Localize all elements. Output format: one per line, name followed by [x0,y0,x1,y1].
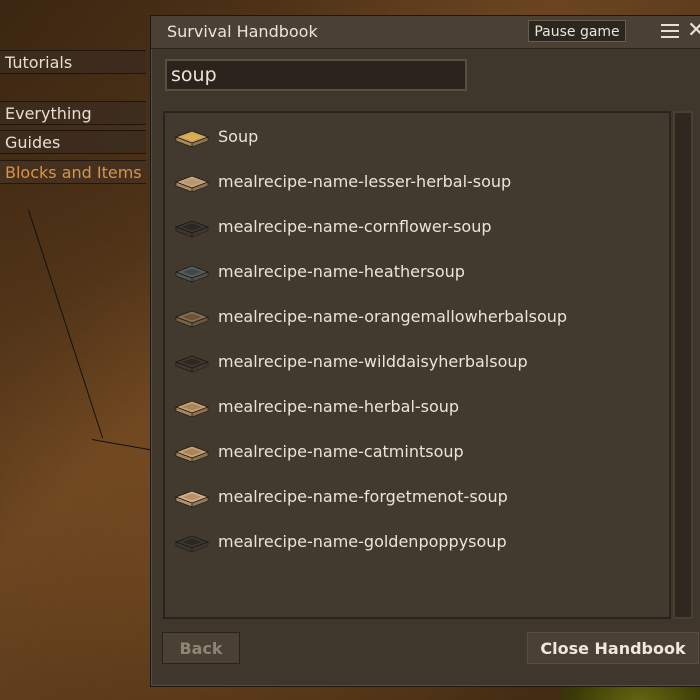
tab-label: Everything [5,104,92,123]
list-item[interactable]: mealrecipe-name-lesser-herbal-soup [173,164,663,204]
close-handbook-button[interactable]: Close Handbook [527,632,699,664]
list-item-label: mealrecipe-name-goldenpoppysoup [218,532,507,551]
handbook-window: Survival Handbook Pause game ✕ Soup mealr… [150,15,700,687]
list-item-label: mealrecipe-name-wilddaisyherbalsoup [218,352,528,371]
bowl-icon [175,175,209,193]
list-item[interactable]: mealrecipe-name-catmintsoup [173,434,663,474]
results-list: Soup mealrecipe-name-lesser-herbal-soup me… [163,111,671,619]
bowl-icon [175,220,209,238]
bowl-icon [175,490,209,508]
bowl-icon [175,130,209,148]
search-input[interactable] [165,59,467,91]
list-item-label: mealrecipe-name-catmintsoup [218,442,464,461]
pause-game-button[interactable]: Pause game [528,20,626,42]
window-title: Survival Handbook [167,22,318,41]
list-item[interactable]: mealrecipe-name-wilddaisyherbalsoup [173,344,663,384]
list-item[interactable]: mealrecipe-name-heathersoup [173,254,663,294]
bowl-icon [175,400,209,418]
list-item-label: mealrecipe-name-cornflower-soup [218,217,492,236]
tab-blocks-and-items[interactable]: Blocks and Items [0,160,146,184]
tab-label: Tutorials [5,53,73,72]
bowl-icon [175,535,209,553]
list-item-label: mealrecipe-name-forgetmenot-soup [218,487,508,506]
list-item[interactable]: mealrecipe-name-orangemallowherbalsoup [173,299,663,339]
tab-tutorials[interactable]: Tutorials [0,50,146,74]
bowl-icon [175,445,209,463]
list-item-label: Soup [218,127,259,146]
bowl-icon [175,355,209,373]
bowl-icon [175,310,209,328]
scrollbar[interactable] [673,111,693,619]
list-item[interactable]: mealrecipe-name-forgetmenot-soup [173,479,663,519]
list-item[interactable]: mealrecipe-name-herbal-soup [173,389,663,429]
list-item[interactable]: Soup [173,119,663,159]
hamburger-menu-icon[interactable] [661,24,679,38]
bowl-icon [175,265,209,283]
terrain-edge [28,209,104,439]
tab-label: Blocks and Items [5,163,142,182]
tab-label: Guides [5,133,61,152]
list-item-label: mealrecipe-name-orangemallowherbalsoup [218,307,568,326]
list-item-label: mealrecipe-name-heathersoup [218,262,465,281]
title-bar[interactable]: Survival Handbook Pause game ✕ [151,16,700,49]
back-button[interactable]: Back [162,632,240,664]
list-item[interactable]: mealrecipe-name-cornflower-soup [173,209,663,249]
list-item-label: mealrecipe-name-herbal-soup [218,397,460,416]
list-item-label: mealrecipe-name-lesser-herbal-soup [218,172,512,191]
tab-everything[interactable]: Everything [0,101,146,125]
close-icon[interactable]: ✕ [687,18,700,44]
tab-guides[interactable]: Guides [0,130,146,154]
list-item[interactable]: mealrecipe-name-goldenpoppysoup [173,524,663,564]
